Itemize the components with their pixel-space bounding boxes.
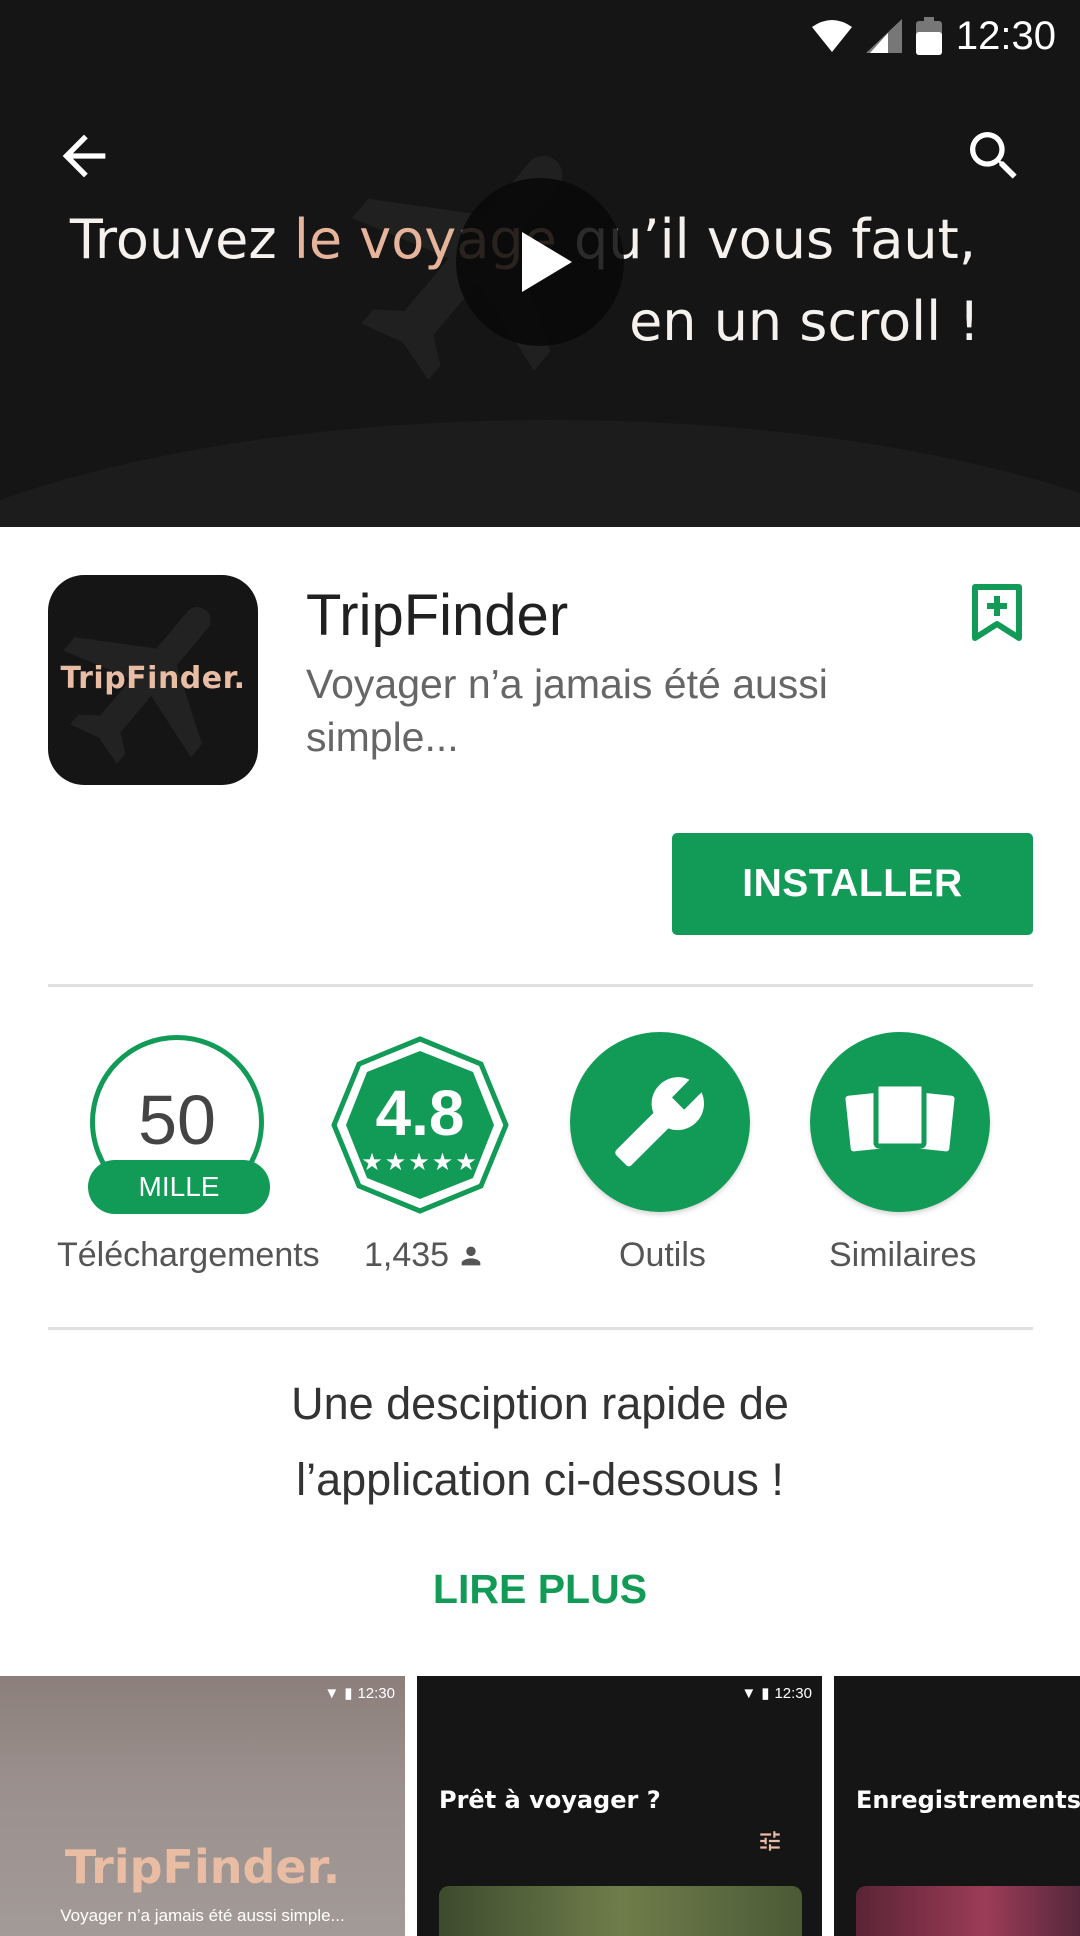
description-line2: l’application ci-dessous ! <box>296 1454 784 1505</box>
description-line1: Une desciption rapide de <box>291 1378 789 1429</box>
hero-headline-line2: en un scroll ! <box>629 290 980 353</box>
similar-label: Similaires <box>829 1236 977 1274</box>
battery-icon <box>915 17 942 55</box>
screenshot-logo-text: TripFinder. <box>64 1840 341 1894</box>
screenshot-1[interactable]: ▼ ▮ 12:30 TripFinder. Voyager n’a jamais… <box>0 1676 405 1936</box>
divider-bottom <box>48 1327 1033 1330</box>
screenshot-time: 12:30 <box>774 1684 812 1702</box>
wifi-icon: ▼ <box>741 1684 757 1702</box>
hero-video[interactable]: 12:30 Trouvez le voyage qu’il vous faut,… <box>0 0 1080 527</box>
filter-icon <box>760 1831 780 1851</box>
rating-count: 1,435 <box>364 1236 485 1275</box>
screenshot-time: 12:30 <box>357 1684 395 1702</box>
install-button[interactable]: INSTALLER <box>672 833 1033 935</box>
bookmark-add-icon[interactable] <box>972 584 1022 642</box>
person-icon <box>461 1246 481 1265</box>
rating-value: 4.8 <box>375 1077 465 1149</box>
divider-top <box>48 984 1033 987</box>
rating-count-value: 1,435 <box>364 1236 450 1274</box>
cards-icon <box>845 1081 955 1152</box>
tools-button[interactable] <box>570 1032 750 1212</box>
screenshot-2[interactable]: ▼ ▮ 12:30 Prêt à voyager ? <box>417 1676 822 1936</box>
screenshot-tagline: Voyager n’a jamais été aussi simple... <box>60 1906 345 1925</box>
rating-stars: ★★★★★ <box>361 1149 479 1176</box>
app-icon-logo-text: TripFinder. <box>60 661 246 696</box>
app-title: TripFinder <box>306 583 569 648</box>
downloads-label: Téléchargements <box>57 1236 320 1274</box>
battery-icon: ▮ <box>761 1685 770 1702</box>
screenshot-status-bar: ▼ ▮ 12:30 <box>741 1684 812 1703</box>
screenshot-photo <box>439 1886 802 1936</box>
play-icon <box>522 232 572 292</box>
downloads-unit-pill: MILLE <box>88 1160 270 1214</box>
app-icon: TripFinder. <box>48 575 258 785</box>
wifi-icon: ▼ <box>324 1684 340 1702</box>
play-button[interactable] <box>456 178 624 346</box>
signal-icon <box>865 19 902 53</box>
back-arrow-icon[interactable] <box>52 124 116 188</box>
wrench-icon <box>615 1077 704 1167</box>
hero-background-curve <box>0 420 1080 527</box>
tools-label: Outils <box>619 1236 706 1274</box>
downloads-value: 50 <box>138 1081 216 1159</box>
screenshot-photo <box>856 1886 1080 1936</box>
battery-icon: ▮ <box>344 1685 353 1702</box>
screenshot-3[interactable]: Enregistrements <box>834 1676 1080 1936</box>
hero-text-pre: Trouvez <box>69 208 294 271</box>
app-description: Une desciption rapide de l’application c… <box>0 1366 1080 1518</box>
read-more-link[interactable]: LIRE PLUS <box>0 1566 1080 1613</box>
status-time: 12:30 <box>955 13 1056 58</box>
app-tagline: Voyager n’a jamais été aussi simple... <box>306 661 828 760</box>
screenshot-status-bar: ▼ ▮ 12:30 <box>324 1684 395 1703</box>
wifi-icon <box>811 20 852 52</box>
status-bar: 12:30 <box>811 0 1080 72</box>
screenshot-heading: Enregistrements <box>856 1786 1080 1814</box>
screenshot-heading: Prêt à voyager ? <box>439 1786 661 1814</box>
similar-button[interactable] <box>810 1032 990 1212</box>
search-icon[interactable] <box>962 124 1026 188</box>
